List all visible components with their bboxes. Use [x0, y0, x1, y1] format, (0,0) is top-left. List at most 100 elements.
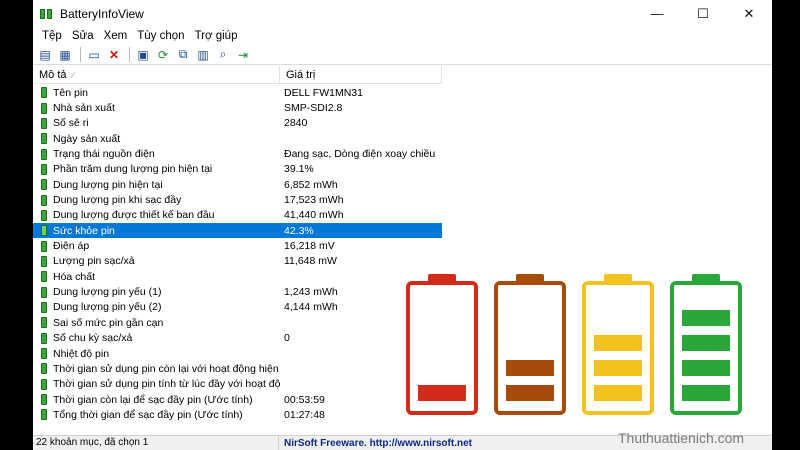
- table-row[interactable]: Sai số mức pin gần cạn: [33, 315, 442, 330]
- battery-icon: [41, 148, 47, 160]
- row-description: Điện áp: [53, 240, 90, 253]
- row-value: Đang sạc, Dòng điện xoay chiều: [284, 148, 436, 161]
- table-row[interactable]: Thời gian sử dụng pin còn lại với hoạt đ…: [33, 361, 442, 376]
- left-black-border: [0, 0, 33, 450]
- row-description: Thời gian còn lại để sạc đầy pin (Ước tí…: [53, 393, 253, 406]
- table-row[interactable]: Số chu kỳ sạc/xả 0: [33, 331, 442, 346]
- battery-charge-segment: [682, 310, 730, 326]
- list-view: Mô tả ∕ Giá trị Tên pin DELL FW1MN31 Nhà sả…: [33, 66, 772, 435]
- column-header-description-label: Mô tả: [39, 69, 67, 81]
- refresh-icon[interactable]: ⟳: [154, 47, 172, 63]
- maximize-button[interactable]: ☐: [680, 0, 726, 27]
- row-description: Nhà sản xuất: [53, 102, 115, 115]
- table-row[interactable]: Trạng thái nguồn điện Đang sạc, Dòng điện…: [33, 146, 442, 161]
- row-description: Trạng thái nguồn điện: [53, 148, 155, 161]
- table-row[interactable]: Lượng pin sạc/xả 11,648 mW: [33, 254, 442, 269]
- menu-file[interactable]: Tệp: [37, 30, 67, 42]
- table-row[interactable]: Dung lượng được thiết kế ban đầu 41,440 m…: [33, 208, 442, 223]
- menu-edit[interactable]: Sửa: [67, 30, 99, 42]
- row-value: 39.1%: [284, 163, 314, 176]
- battery-icon: [41, 301, 47, 313]
- row-description: Số sê ri: [53, 117, 89, 130]
- table-row[interactable]: Dung lượng pin khi sạc đầy 17,523 mWh: [33, 192, 442, 207]
- battery-icon: [41, 240, 47, 252]
- toolbar: ▤ ▦ ▭ ✕ ▣ ⟳ ⧉ ▥ ⌕ ⇥: [33, 45, 772, 65]
- row-description: Thời gian sử dụng pin còn lại với hoạt đ…: [53, 362, 280, 375]
- html-report-icon[interactable]: ▥: [194, 47, 212, 63]
- row-description: Tổng thời gian để sạc đầy pin (Ước tính): [53, 408, 243, 421]
- table-row[interactable]: Thời gian còn lại để sạc đầy pin (Ước tí…: [33, 392, 442, 407]
- row-description: Ngày sản xuất: [53, 132, 121, 145]
- row-value: 42.3%: [284, 224, 314, 237]
- row-value: 00:53:59: [284, 393, 325, 406]
- column-header-value-label: Giá trị: [286, 69, 316, 81]
- table-row[interactable]: Ngày sản xuất: [33, 131, 442, 146]
- battery-charge-segment: [506, 360, 554, 376]
- battery-level-graphic: [670, 274, 742, 415]
- table-row[interactable]: Nhiệt độ pin: [33, 346, 442, 361]
- row-description: Dung lượng pin yếu (2): [53, 301, 162, 314]
- menu-view[interactable]: Xem: [99, 30, 133, 42]
- battery-terminal: [516, 274, 544, 282]
- row-description: Nhiệt độ pin: [53, 347, 110, 360]
- save-icon[interactable]: ▣: [134, 47, 152, 63]
- table-row[interactable]: Hóa chất: [33, 269, 442, 284]
- battery-icon: [41, 133, 47, 145]
- menu-bar: Tệp Sửa Xem Tùy chọn Trợ giúp: [33, 27, 772, 45]
- table-row[interactable]: Sức khỏe pin 42.3%: [33, 223, 442, 239]
- row-description: Số chu kỳ sạc/xả: [53, 332, 133, 345]
- row-value: 1,243 mWh: [284, 286, 338, 299]
- window-controls: — ☐ ✕: [634, 0, 772, 27]
- minimize-button[interactable]: —: [634, 0, 680, 27]
- row-description: Phần trăm dung lượng pin hiện tại: [53, 163, 213, 176]
- find-icon[interactable]: ⌕: [214, 47, 232, 63]
- delete-icon[interactable]: ✕: [105, 47, 123, 63]
- row-description: Dung lượng pin yếu (1): [53, 286, 162, 299]
- window-title: BatteryInfoView: [60, 6, 144, 21]
- row-value: 41,440 mWh: [284, 209, 344, 222]
- title-bar[interactable]: BatteryInfoView — ☐ ✕: [33, 0, 772, 27]
- battery-charge-segment: [418, 385, 466, 401]
- app-window: BatteryInfoView — ☐ ✕ Tệp Sửa Xem Tùy ch…: [33, 0, 772, 450]
- row-value: 4,144 mWh: [284, 301, 338, 314]
- table-row[interactable]: Nhà sản xuất SMP-SDI2.8: [33, 100, 442, 115]
- battery-charge-segment: [682, 360, 730, 376]
- battery-icon: [41, 363, 47, 375]
- battery-icon: [41, 332, 47, 344]
- table-row[interactable]: Dung lượng pin hiện tại 6,852 mWh: [33, 177, 442, 192]
- table-row[interactable]: Phần trăm dung lượng pin hiện tại 39.1%: [33, 162, 442, 177]
- table-row[interactable]: Thời gian sử dụng pin tính từ lúc đầy vớ…: [33, 377, 442, 392]
- table-row[interactable]: Dung lượng pin yếu (1) 1,243 mWh: [33, 284, 442, 299]
- view-grid-icon[interactable]: ▦: [56, 47, 74, 63]
- menu-help[interactable]: Trợ giúp: [190, 30, 243, 42]
- table-row[interactable]: Tên pin DELL FW1MN31: [33, 85, 442, 100]
- nirsoft-link[interactable]: NirSoft Freeware. http://www.nirsoft.net: [279, 438, 472, 449]
- table-row[interactable]: Điện áp 16,218 mV: [33, 238, 442, 253]
- row-description: Sai số mức pin gần cạn: [53, 316, 164, 329]
- battery-icon: [41, 117, 47, 129]
- battery-icon: [41, 209, 47, 221]
- copy-icon[interactable]: ⧉: [174, 47, 192, 63]
- table-row[interactable]: Dung lượng pin yếu (2) 4,144 mWh: [33, 300, 442, 315]
- row-description: Sức khỏe pin: [53, 224, 115, 237]
- column-header-value[interactable]: Giá trị: [280, 66, 442, 84]
- column-header-description[interactable]: Mô tả ∕: [33, 66, 280, 84]
- watermark: Thuthuattienich.com: [618, 430, 745, 446]
- row-description: Tên pin: [53, 86, 89, 99]
- view-list-icon[interactable]: ▤: [36, 47, 54, 63]
- close-button[interactable]: ✕: [726, 0, 772, 27]
- battery-icon: [41, 225, 47, 237]
- battery-icon: [41, 271, 47, 283]
- row-value: 0: [284, 332, 290, 345]
- row-description: Thời gian sử dụng pin tính từ lúc đầy vớ…: [53, 378, 280, 391]
- table-row[interactable]: Số sê ri 2840: [33, 116, 442, 131]
- toolbar-separator: [80, 47, 81, 62]
- battery-charge-segment: [506, 385, 554, 401]
- menu-options[interactable]: Tùy chọn: [132, 30, 189, 42]
- properties-icon[interactable]: ▭: [85, 47, 103, 63]
- exit-icon[interactable]: ⇥: [234, 47, 252, 63]
- battery-level-graphic: [406, 274, 478, 415]
- row-description: Lượng pin sạc/xả: [53, 255, 135, 268]
- table-row[interactable]: Tổng thời gian để sạc đầy pin (Ước tính)…: [33, 407, 442, 422]
- battery-icon: [41, 179, 47, 191]
